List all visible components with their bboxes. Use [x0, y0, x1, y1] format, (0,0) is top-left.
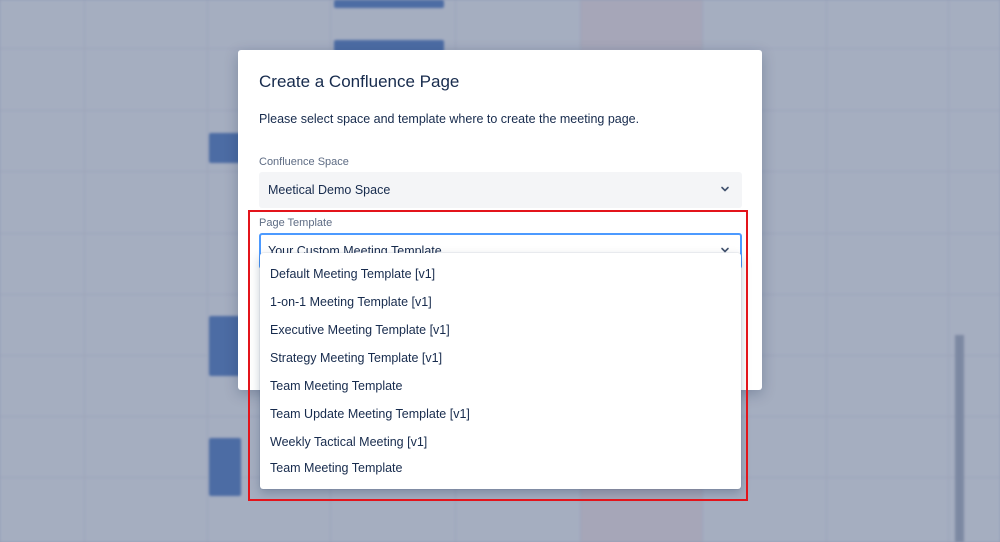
- space-field-label: Confluence Space: [259, 156, 349, 168]
- highlight-annotation-box: [248, 210, 748, 501]
- dialog-description: Please select space and template where t…: [259, 112, 640, 126]
- dialog-title: Create a Confluence Page: [259, 72, 460, 91]
- space-select[interactable]: Meetical Demo Space: [259, 172, 742, 208]
- space-select-value: Meetical Demo Space: [268, 183, 391, 197]
- chevron-down-icon: [721, 186, 729, 192]
